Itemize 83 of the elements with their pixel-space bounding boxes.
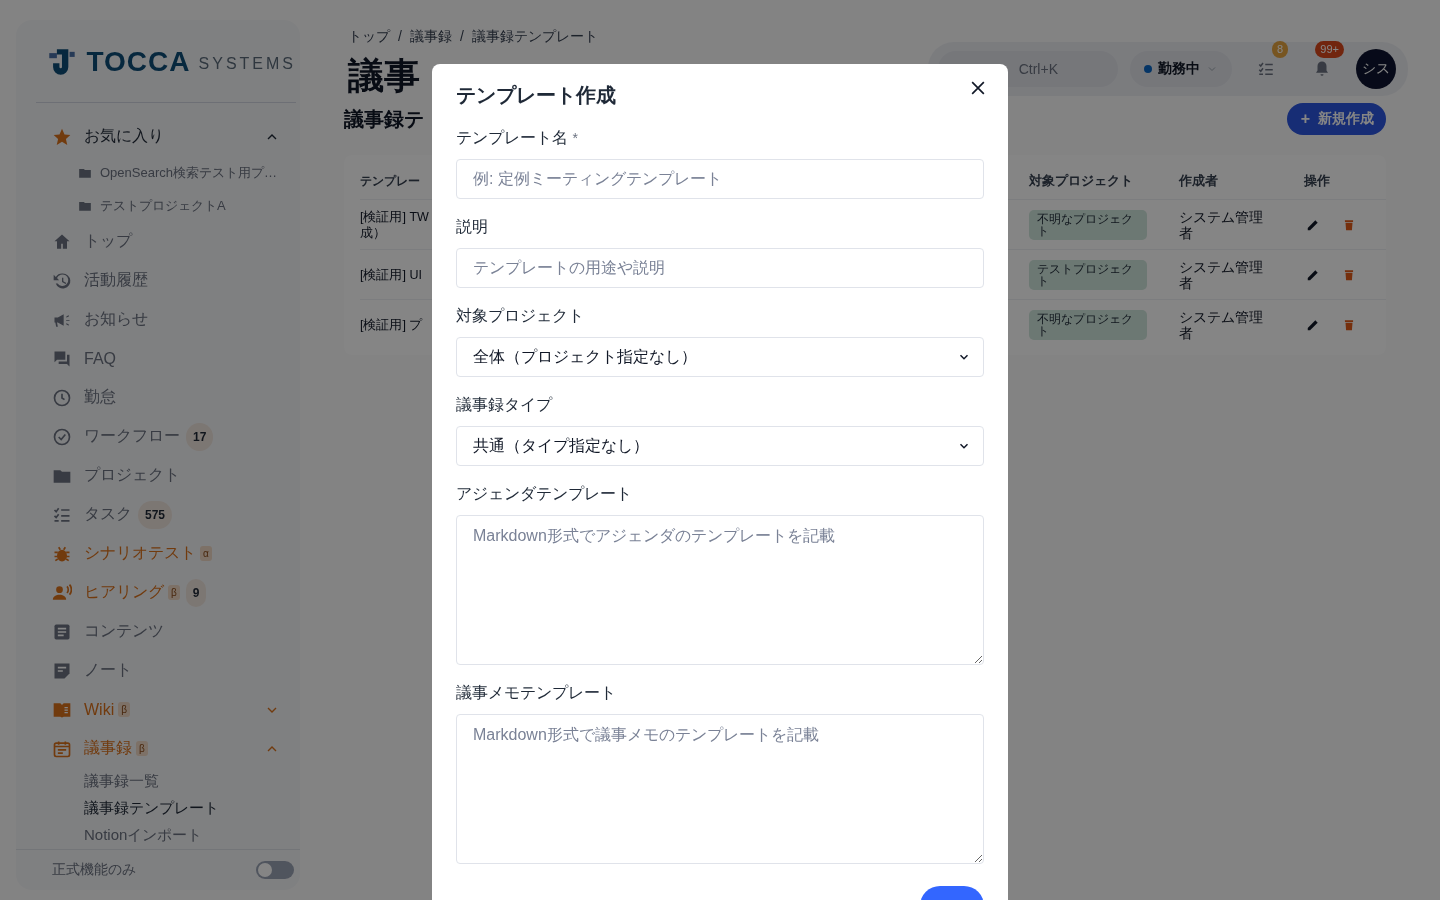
clock-icon — [52, 387, 72, 408]
history-icon — [52, 270, 72, 291]
new-button[interactable]: + 新規作成 — [1286, 103, 1386, 135]
nav-subitem[interactable]: OpenSearch検索テスト用プ… — [52, 156, 277, 189]
nav-item[interactable]: ヒアリング β 9 — [52, 573, 280, 612]
nav-item[interactable]: 議事録 β — [52, 729, 280, 768]
count-badge: 575 — [138, 500, 173, 529]
field-label: テンプレート名 * — [456, 128, 579, 148]
project-tag: 不明なプロジェクト — [1029, 309, 1147, 340]
nav-item[interactable]: Wiki β — [52, 690, 280, 729]
nav-item[interactable]: タスク 575 — [52, 495, 280, 534]
table-cell: [検証用] UI — [360, 266, 422, 283]
input-field[interactable]: テンプレートの用途や説明 — [456, 248, 984, 288]
column-header: 作成者 — [1179, 172, 1218, 190]
status-dropdown[interactable]: 勤務中 — [1130, 51, 1232, 87]
nav-item[interactable]: トップ — [52, 222, 280, 261]
nav-item[interactable]: 勤怠 — [52, 378, 280, 417]
trash-icon — [1342, 267, 1356, 282]
nav-subitem[interactable]: テストプロジェクトA — [52, 189, 226, 222]
pencil-icon — [1306, 217, 1320, 232]
nav-item[interactable]: シナリオテスト α — [52, 534, 280, 573]
nav-item[interactable]: コンテンツ — [52, 612, 280, 651]
nav-item[interactable]: ワークフロー 17 — [52, 417, 280, 456]
page-title: 議事 — [348, 54, 420, 98]
count-badge: 17 — [186, 422, 214, 451]
trash-icon — [1342, 317, 1356, 332]
stage-tag: β — [168, 585, 180, 600]
breadcrumb-link[interactable]: 議事録テンプレート — [471, 28, 598, 46]
pencil-icon — [1306, 317, 1320, 332]
text-area[interactable]: Markdown形式でアジェンダのテンプレートを記載 — [456, 515, 984, 665]
field-label: 説明 — [456, 217, 489, 237]
breadcrumb-link[interactable]: トップ — [348, 28, 390, 46]
section-title: 議事録テ — [344, 106, 424, 132]
nav-subitem[interactable]: 議事録テンプレート — [52, 795, 219, 822]
nav-item[interactable]: お気に入り — [52, 117, 280, 156]
count-badge: 9 — [185, 578, 207, 607]
checklist-icon — [1257, 60, 1275, 78]
nav-item[interactable]: 活動履歴 — [52, 261, 280, 300]
input-field[interactable]: 例: 定例ミーティングテンプレート — [456, 159, 984, 199]
text-area[interactable]: Markdown形式で議事メモのテンプレートを記載 — [456, 714, 984, 864]
nav-item[interactable]: お知らせ — [52, 300, 280, 339]
select-field[interactable]: 共通（タイプ指定なし） — [456, 426, 984, 466]
table-cell-text: システム管理者 — [1179, 258, 1264, 291]
user-avatar[interactable]: シス — [1356, 49, 1396, 89]
nav-subitem[interactable]: Notionインポート — [52, 822, 203, 849]
table-cell-text: システム管理者 — [1179, 308, 1264, 341]
nav-item[interactable]: ノート — [52, 651, 280, 690]
select-field[interactable]: 全体（プロジェクト指定なし） — [456, 337, 984, 377]
nav-item[interactable]: プロジェクト — [52, 456, 280, 495]
stage-tag: α — [200, 546, 212, 561]
tasks-button[interactable]: 8 — [1244, 41, 1288, 89]
status-dot — [1144, 65, 1152, 73]
bell-icon — [1313, 60, 1331, 78]
table-cell-text: システム管理者 — [1179, 208, 1264, 241]
field-label: アジェンダテンプレート — [456, 484, 633, 504]
breadcrumb-separator: / — [459, 28, 464, 46]
notification-badge: 99+ — [1315, 41, 1344, 58]
breadcrumb-link[interactable]: 議事録 — [409, 28, 452, 46]
check-circle-icon — [52, 426, 72, 447]
trash-icon — [1342, 217, 1356, 232]
table-cell: [検証用] TW 成） — [360, 208, 429, 241]
project-tag: テストプロジェクト — [1029, 259, 1147, 290]
table-cell: [検証用] プ — [360, 316, 423, 333]
field-label: 議事録タイプ — [456, 395, 554, 415]
column-header: テンプレー — [360, 172, 420, 190]
people-icon — [52, 582, 72, 603]
logo-subtext: SYSTEMS — [198, 55, 296, 73]
stage-tag: β — [118, 702, 130, 717]
column-header: 対象プロジェクト — [1029, 172, 1133, 190]
toggle-label: 正式機能のみ — [52, 861, 136, 879]
notifications-button[interactable]: 99+ — [1300, 41, 1344, 89]
pencil-icon — [1306, 267, 1320, 282]
notification-badge: 8 — [1271, 41, 1288, 58]
toggle-switch[interactable] — [256, 861, 294, 879]
field-label: 議事メモテンプレート — [456, 683, 617, 703]
logo-text: TOCCA — [86, 46, 191, 78]
stage-tag: β — [136, 741, 148, 756]
dialog-title: テンプレート作成 — [456, 82, 616, 108]
breadcrumb-separator: / — [398, 28, 402, 46]
column-header: 操作 — [1304, 172, 1330, 190]
project-tag: 不明なプロジェクト — [1029, 209, 1147, 240]
field-label: 対象プロジェクト — [456, 306, 585, 326]
nav-item[interactable]: FAQ — [52, 339, 280, 378]
